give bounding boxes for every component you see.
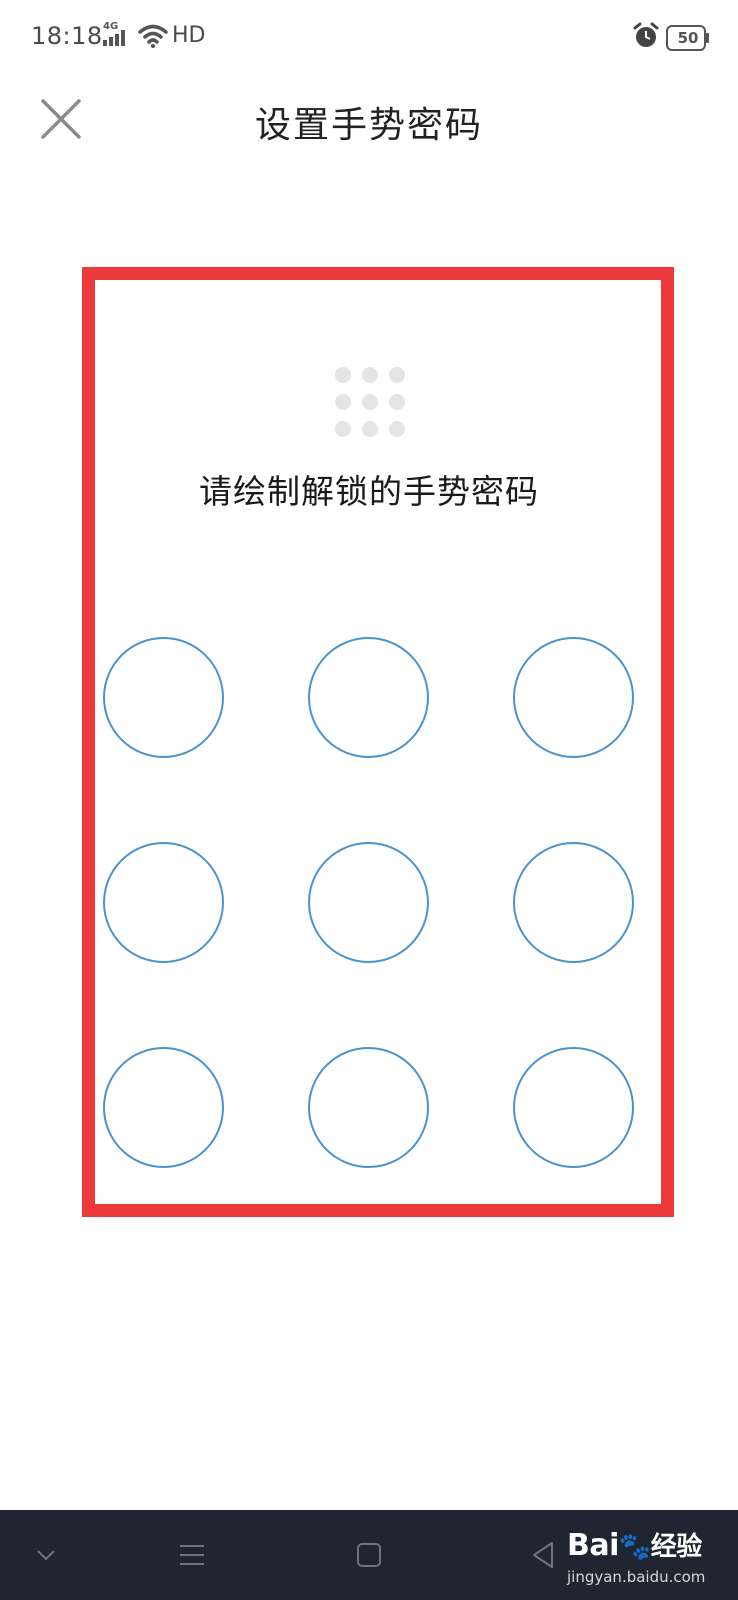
baidu-watermark-logo: Bai🐾经验	[567, 1526, 702, 1563]
hd-indicator: HD	[172, 23, 206, 48]
status-time: 18:18	[31, 22, 103, 50]
baidu-brand-suffix: 经验	[650, 1532, 703, 1562]
pattern-node-1[interactable]	[103, 637, 224, 758]
status-bar: 18:18 4G HD 50	[0, 0, 738, 74]
pattern-node-8[interactable]	[308, 1047, 429, 1168]
menu-icon	[180, 1545, 204, 1565]
pattern-node-6[interactable]	[513, 842, 634, 963]
paw-icon: 🐾	[618, 1532, 651, 1562]
recents-button[interactable]	[162, 1510, 222, 1600]
battery-level: 50	[677, 29, 699, 47]
alarm-icon	[633, 22, 659, 47]
signal-icon	[103, 30, 125, 46]
back-triangle-icon	[533, 1542, 553, 1568]
pattern-node-3[interactable]	[513, 637, 634, 758]
pattern-node-4[interactable]	[103, 842, 224, 963]
back-button[interactable]	[513, 1510, 573, 1600]
dots-grid-icon	[335, 367, 405, 437]
gesture-prompt: 请绘制解锁的手势密码	[199, 472, 539, 511]
pattern-node-9[interactable]	[513, 1047, 634, 1168]
wifi-icon	[138, 24, 168, 48]
hide-nav-button[interactable]	[16, 1510, 76, 1600]
baidu-brand: Bai	[567, 1528, 619, 1563]
nav-header: 设置手势密码	[0, 74, 738, 174]
system-nav-bar: Bai🐾经验 jingyan.baidu.com	[0, 1510, 738, 1600]
chevron-down-icon	[37, 1550, 55, 1561]
home-square-icon	[357, 1543, 381, 1567]
baidu-watermark-url: jingyan.baidu.com	[567, 1568, 706, 1586]
pattern-node-5[interactable]	[308, 842, 429, 963]
home-button[interactable]	[339, 1510, 399, 1600]
pattern-node-2[interactable]	[308, 637, 429, 758]
page-title: 设置手势密码	[254, 105, 483, 146]
pattern-node-7[interactable]	[103, 1047, 224, 1168]
